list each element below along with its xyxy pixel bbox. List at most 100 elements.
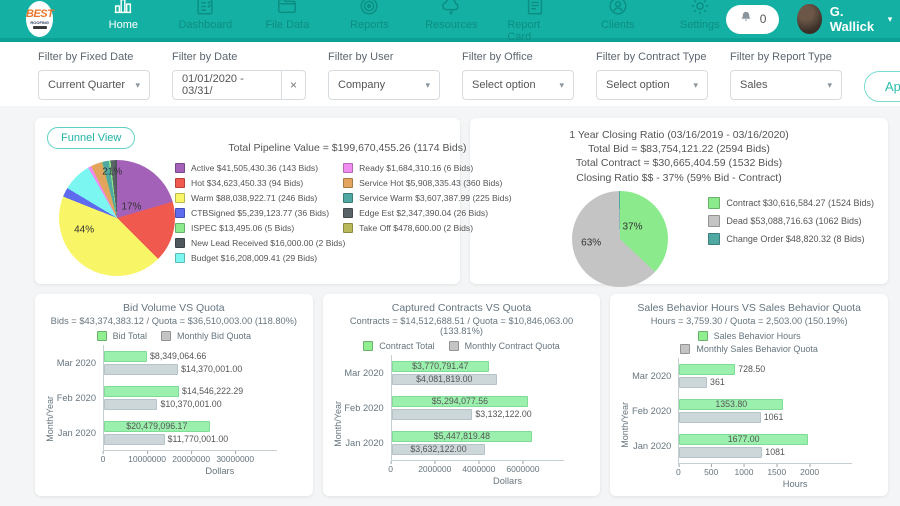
funnel-card: Funnel View 21%17%44% Total Pipeline Val… xyxy=(35,118,460,284)
legend-text: Change Order $48,820.32 (8 Bids) xyxy=(726,234,864,244)
legend-swatch-icon xyxy=(698,331,708,341)
legend-swatch-icon xyxy=(175,208,185,218)
legend-swatch-icon xyxy=(175,178,185,188)
user-menu[interactable]: G. Wallick ▾ xyxy=(797,4,892,34)
x-tick-label: 2000000 xyxy=(418,464,451,474)
legend-item: CTBSigned $5,239,123.77 (36 Bids) xyxy=(175,208,337,218)
filter-by-office-select[interactable]: Select option▾ xyxy=(462,70,574,100)
date-clear-button[interactable]: × xyxy=(281,71,305,99)
filter-by-contract-type-select[interactable]: Select option ▾ xyxy=(596,70,708,100)
category-label: Jan 2020 xyxy=(631,441,671,451)
filter-label: Filter by Fixed Date xyxy=(38,51,150,63)
nav-item-report-card[interactable]: Report Card xyxy=(507,0,561,43)
closing-ratio-card: 1 Year Closing Ratio (03/16/2019 - 03/16… xyxy=(470,118,888,284)
report-card-icon xyxy=(524,0,546,17)
nav-item-clients[interactable]: Clients xyxy=(592,0,644,43)
legend-text: Sales Behavior Hours xyxy=(714,331,801,341)
logo-text: BEST xyxy=(26,9,53,20)
legend-item: Monthly Contract Quota xyxy=(449,341,560,351)
legend-swatch-icon xyxy=(161,331,171,341)
y-categories: Mar 2020Feb 2020Jan 2020 xyxy=(56,345,103,451)
closing-legend: Contract $30,616,584.27 (1524 Bids) Dead … xyxy=(708,191,874,245)
bar-group: $5,294,077.56$3,132,122.00 xyxy=(392,396,565,420)
bar-value-label: $10,370,001.00 xyxy=(160,399,221,409)
nav-item-resources[interactable]: Resources xyxy=(425,0,477,43)
nav-item-home[interactable]: Home xyxy=(97,0,149,43)
bar-group: 728.50361 xyxy=(679,364,852,388)
avatar xyxy=(797,4,821,34)
nav: Home Dashboard File Data Reports Resources Re… xyxy=(97,0,725,43)
closing-title-line1: 1 Year Closing Ratio (03/16/2019 - 03/16… xyxy=(480,128,878,142)
y-axis-label: Month/Year xyxy=(620,402,630,448)
category-label: Mar 2020 xyxy=(631,371,671,381)
notifications-button[interactable]: 0 xyxy=(726,5,780,34)
nav-item-file-data[interactable]: File Data xyxy=(261,0,313,43)
legend-item: Warm $88,038,922.71 (246 Bids) xyxy=(175,193,337,203)
legend-item: Take Off $478,600.00 (2 Bids) xyxy=(343,223,520,233)
legend-item: Budget $16,208,009.41 (29 Bids) xyxy=(175,253,337,263)
pie-percent-label: 37% xyxy=(622,222,642,233)
x-tick-label: 30000000 xyxy=(216,454,254,464)
legend-text: Dead $53,088,716.63 (1062 Bids) xyxy=(726,216,861,226)
legend-item: Change Order $48,820.32 (8 Bids) xyxy=(708,233,874,245)
x-tick-label: 500 xyxy=(704,467,718,477)
x-axis-ticks: 0500100015002000 xyxy=(678,464,826,477)
filter-label: Filter by Report Type xyxy=(730,51,842,63)
bar-group: $3,770,791.47$4,081,819.00 xyxy=(392,361,565,385)
legend-item: Dead $53,088,716.63 (1062 Bids) xyxy=(708,215,874,227)
plot-area: $3,770,791.47$4,081,819.00 $5,294,077.56$… xyxy=(391,355,565,461)
filter-by-report-type-select[interactable]: Sales▾ xyxy=(730,70,842,100)
legend-item: Sales Behavior Hours xyxy=(698,331,801,341)
bar-group: 1677.001081 xyxy=(679,434,852,458)
chart-title: Bid Volume VS Quota xyxy=(45,302,303,314)
category-label: Jan 2020 xyxy=(344,438,384,448)
apply-button[interactable]: Apply xyxy=(864,71,900,102)
bar: 728.50 xyxy=(679,364,735,375)
chevron-down-icon: ▾ xyxy=(693,80,698,91)
legend-swatch-icon xyxy=(363,341,373,351)
clients-icon xyxy=(607,0,629,17)
x-tick-label: 2000 xyxy=(800,467,819,477)
company-logo[interactable]: BEST ROOFING xyxy=(26,1,53,37)
x-tick-label: 0 xyxy=(388,464,393,474)
legend-text: Contract $30,616,584.27 (1524 Bids) xyxy=(726,198,874,208)
x-axis-label: Hours xyxy=(738,479,852,489)
legend-text: Bid Total xyxy=(113,331,147,341)
bar-value-label: $5,294,077.56 xyxy=(432,396,488,406)
legend-swatch-icon xyxy=(343,193,353,203)
x-tick-label: 6000000 xyxy=(506,464,539,474)
x-tick-label: 10000000 xyxy=(128,454,166,464)
filter-label: Filter by Contract Type xyxy=(596,51,708,63)
filter-by-user-select[interactable]: Company▾ xyxy=(328,70,440,100)
bar: $10,370,001.00 xyxy=(104,399,157,410)
filter-label: Filter by Office xyxy=(462,51,574,63)
chart-title: Sales Behavior Hours VS Sales Behavior Q… xyxy=(620,302,878,314)
legend-item: New Lead Received $16,000.00 (2 Bids) xyxy=(175,238,337,248)
nav-item-label: Dashboard xyxy=(178,19,232,31)
bar-chart-icon xyxy=(112,0,134,17)
nav-item-reports[interactable]: Reports xyxy=(343,0,395,43)
pipeline-pie-chart[interactable] xyxy=(59,160,175,276)
legend-text: Monthly Sales Behavior Quota xyxy=(696,344,818,354)
legend-swatch-icon xyxy=(175,193,185,203)
x-axis-label: Dollars xyxy=(163,466,277,476)
filter-value: Company xyxy=(338,79,385,91)
nav-item-label: Settings xyxy=(680,19,720,31)
legend-text: Monthly Contract Quota xyxy=(465,341,560,351)
bell-icon xyxy=(739,10,753,29)
nav-item-label: Home xyxy=(109,19,138,31)
filter-group-filter-by-contract-type: Filter by Contract Type Select option ▾ xyxy=(596,51,708,106)
category-label: Mar 2020 xyxy=(56,358,96,368)
bar-group: $8,349,064.66$14,370,001.00 xyxy=(104,351,277,375)
x-tick-label: 1500 xyxy=(767,467,786,477)
date-range-input[interactable]: 01/01/2020 - 03/31/× xyxy=(172,70,306,100)
bar-value-label: $20,479,096.17 xyxy=(126,421,187,431)
bar: $8,349,064.66 xyxy=(104,351,147,362)
legend-text: Contract Total xyxy=(379,341,434,351)
nav-item-dashboard[interactable]: Dashboard xyxy=(179,0,231,43)
nav-item-settings[interactable]: Settings xyxy=(674,0,726,43)
filter-value: Select option xyxy=(606,79,670,91)
pipeline-title: Total Pipeline Value = $199,670,455.26 (… xyxy=(175,142,520,154)
bar: 1081 xyxy=(679,447,762,458)
filter-by-fixed-date-select[interactable]: Current Quarter▾ xyxy=(38,70,150,100)
